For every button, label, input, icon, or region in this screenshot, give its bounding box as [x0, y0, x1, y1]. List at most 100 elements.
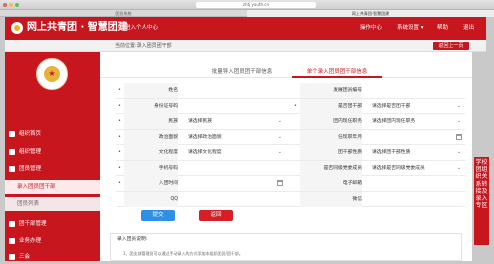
required-marker: •	[118, 180, 121, 186]
field-label: QQ	[124, 191, 178, 207]
notes-line: 1、团支部管理员可以通过手动录入的方式添加本组织团员/团干部。	[123, 251, 243, 256]
field-label: 团内现任职务	[300, 114, 362, 129]
field-label: 团干部性质	[300, 145, 362, 160]
field-label: 身份证号码	[124, 98, 178, 114]
league-logo-icon	[11, 22, 23, 34]
sidebar-item-label: 三会	[19, 254, 31, 260]
form-row: QQ 微信	[116, 191, 465, 207]
field-value: 请选择团内现任职务	[372, 119, 416, 124]
personal-center-link[interactable]: 进入个人中心	[125, 24, 158, 32]
sidebar-item-label: 团员管理	[19, 166, 42, 172]
chevron-down-icon: ⌄	[277, 149, 282, 155]
calendar-icon[interactable]	[277, 180, 283, 186]
field-value: 请选择文化程度	[188, 150, 222, 155]
form-row: • 入团时间 电子邮箱	[116, 176, 465, 192]
browser-tabbar: 团员系统 网上共青团·智慧团建	[0, 10, 494, 17]
select-field[interactable]: 请选择团内现任职务 ⌄	[366, 114, 465, 129]
close-window-icon[interactable]	[3, 3, 7, 7]
sidebar-item-org-management[interactable]: 组织管理	[5, 145, 100, 159]
main-content: 批量导入团员团干部信息 单个录入团员团干部信息 • 姓名 发展团员编号 • 身份证号码 •…	[100, 52, 472, 261]
date-field[interactable]	[366, 130, 465, 145]
text-field[interactable]	[366, 83, 465, 98]
sidebar-item-member-management[interactable]: 团员管理	[5, 162, 100, 176]
field-value: 请选择政治面貌	[188, 134, 222, 140]
select-field[interactable]: 请选择是否团干部 ⌄	[366, 99, 465, 114]
text-field[interactable]	[366, 176, 465, 191]
address-bar[interactable]: zhtj.youth.cn	[196, 2, 316, 8]
chevron-down-icon: ⌄	[456, 164, 461, 171]
text-field[interactable]	[182, 192, 286, 207]
field-label: 发展团员编号	[300, 83, 362, 98]
browser-tab-active[interactable]: 网上共青团·智慧团建	[247, 10, 494, 17]
field-label: 电子邮箱	[300, 176, 362, 191]
maximize-window-icon[interactable]	[15, 3, 19, 7]
field-label: 手机号码	[124, 160, 178, 176]
form-row: • 手机号码 是否同级党委成员 请选择是否同级党委成员 ⌄	[116, 160, 465, 176]
field-label: 入团时间	[124, 176, 178, 191]
logout-link[interactable]: 退出	[463, 24, 474, 32]
sidebar-item-three-meetings[interactable]: 三会	[5, 250, 100, 264]
help-link[interactable]: 帮助	[437, 24, 448, 32]
required-marker: •	[118, 118, 121, 124]
tab-single-entry[interactable]: 单个录入团员团干部信息	[292, 66, 382, 78]
sidebar-item-label: 组织管理	[19, 149, 42, 155]
select-field[interactable]: 请选择文化程度 ⌄	[182, 145, 286, 160]
calendar-icon[interactable]	[456, 133, 462, 140]
minimize-window-icon[interactable]	[9, 3, 13, 7]
text-field[interactable]	[182, 99, 286, 114]
select-field[interactable]: 请选择是否同级党委成员 ⌄	[366, 161, 465, 176]
sidebar-item-member-list[interactable]: 团员列表	[5, 197, 100, 211]
school-transfer-zone-tab[interactable]: 学校团组织关系转接及录入专区	[474, 157, 489, 245]
member-form: • 姓名 发展团员编号 • 身份证号码 • 是否团干部 请选择是否团干部 ⌄ • 民族 请选择民族 ⌄ 团…	[116, 83, 465, 207]
site-brand: 网上共青团 · 智慧团建	[27, 22, 128, 33]
form-row: • 民族 请选择民族 ⌄ 团内现任职务 请选择团内现任职务 ⌄	[116, 114, 465, 130]
submit-button[interactable]: 提交	[141, 210, 175, 221]
sidebar-item-enter-members[interactable]: 录入团员团干部	[5, 180, 100, 194]
required-marker: •	[118, 164, 121, 171]
form-row: • 政治面貌 请选择政治面貌 ⌄ 任现职年月	[116, 129, 465, 145]
form-tabs: 批量导入团员团干部信息 单个录入团员团干部信息	[100, 66, 472, 78]
return-button[interactable]: 返回	[199, 210, 233, 221]
select-field[interactable]: 请选择政治面貌 ⌄	[182, 130, 286, 145]
sidebar-item-label: 业务办理	[19, 238, 42, 244]
required-marker: •	[294, 102, 297, 109]
form-row: • 姓名 发展团员编号	[116, 83, 465, 99]
sidebar-item-org-home[interactable]: 组织首页	[5, 127, 100, 141]
field-value: 请选择团干部性质	[372, 150, 411, 155]
chevron-down-icon: ⌄	[277, 118, 282, 124]
member-icon	[9, 166, 15, 172]
cadre-icon	[9, 221, 15, 227]
field-value: 请选择是否同级党委成员	[372, 165, 425, 171]
window-controls[interactable]	[3, 3, 19, 7]
field-label: 微信	[300, 191, 362, 207]
org-icon	[9, 149, 15, 155]
sidebar-item-cadre-management[interactable]: 团干部管理	[5, 217, 100, 231]
breadcrumb-bar: 当前位置:录入团员团干部 返回上一页	[5, 40, 486, 52]
select-field[interactable]: 请选择民族 ⌄	[182, 114, 286, 129]
chevron-down-icon: ⌄	[277, 133, 282, 140]
back-button[interactable]: 返回上一页	[433, 42, 469, 50]
form-row: • 身份证号码 • 是否团干部 请选择是否团干部 ⌄	[116, 98, 465, 114]
form-row: • 文化程度 请选择文化程度 ⌄ 团干部性质 请选择团干部性质 ⌄	[116, 145, 465, 161]
chevron-down-icon: ⌄	[456, 102, 461, 109]
select-field[interactable]: 请选择团干部性质 ⌄	[366, 145, 465, 160]
required-marker: •	[118, 149, 121, 155]
field-value: 请选择是否团干部	[372, 103, 411, 109]
browser-tab[interactable]: 团员系统	[0, 10, 247, 17]
chevron-down-icon: ⌄	[456, 149, 461, 155]
field-label: 任现职年月	[300, 129, 362, 145]
sidebar-item-label: 组织首页	[19, 131, 42, 137]
date-field[interactable]	[182, 176, 286, 191]
tab-batch-import[interactable]: 批量导入团员团干部信息	[192, 66, 292, 78]
breadcrumb: 当前位置:录入团员团干部	[115, 43, 172, 49]
operation-center-link[interactable]: 操作中心	[360, 24, 382, 32]
chevron-down-icon: ⌄	[456, 118, 461, 124]
system-settings-menu[interactable]: 系统设置 ▾	[397, 24, 424, 32]
required-marker: •	[118, 133, 121, 140]
home-icon	[9, 131, 15, 137]
field-label: 民族	[124, 114, 178, 129]
sidebar-item-business[interactable]: 业务办理	[5, 234, 100, 248]
text-field[interactable]	[182, 83, 286, 98]
text-field[interactable]	[366, 192, 465, 207]
text-field[interactable]	[182, 161, 286, 176]
